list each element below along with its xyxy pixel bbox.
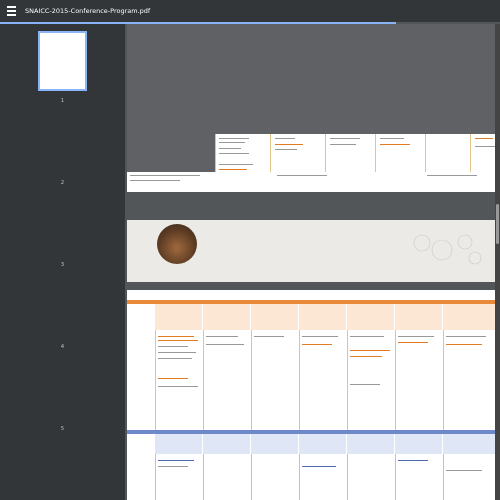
stream-header-row (127, 304, 498, 330)
toolbar: SNAICC-2015-Conference-Program.pdf (0, 0, 500, 22)
stream-header-row (127, 434, 498, 454)
schedule-footer-rows (127, 172, 498, 192)
thumbnail-sidebar[interactable]: 1 2 3 4 5 (0, 24, 125, 500)
document-viewer[interactable] (125, 24, 500, 500)
page-thumbnail[interactable] (38, 31, 87, 91)
pdf-page (127, 220, 498, 282)
scrollbar-thumb[interactable] (496, 204, 499, 244)
vertical-scrollbar[interactable] (495, 24, 500, 500)
page-number-label: 2 (60, 180, 65, 186)
page-number-label: 4 (60, 344, 65, 350)
pdf-page (127, 24, 498, 192)
hamburger-menu-icon[interactable] (0, 0, 22, 22)
conference-photo (157, 224, 197, 264)
pdf-page (127, 290, 498, 500)
page-number-label: 1 (60, 98, 65, 104)
document-title: SNAICC-2015-Conference-Program.pdf (25, 7, 151, 15)
session-grid (127, 454, 498, 500)
decorative-pattern (407, 228, 487, 268)
page-number-label: 5 (60, 426, 65, 432)
page-number-label: 3 (60, 262, 65, 268)
